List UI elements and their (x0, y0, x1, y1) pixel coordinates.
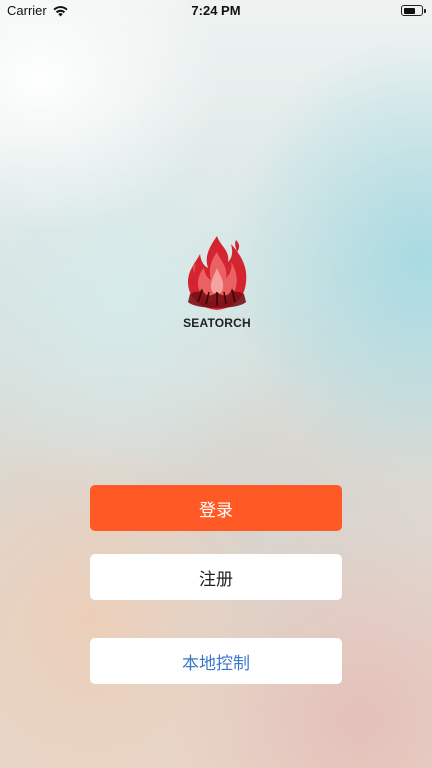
login-button[interactable]: 登录 (90, 485, 342, 531)
register-button[interactable]: 注册 (90, 554, 342, 600)
logo-wordmark: SEATORCH (183, 316, 251, 330)
battery-fill (403, 7, 416, 14)
status-bar: Carrier 7:24 PM (0, 0, 432, 22)
flame-logo-icon (188, 236, 247, 310)
seatorch-logo: SEATORCH (176, 232, 258, 332)
battery-icon (401, 5, 426, 16)
status-time: 7:24 PM (191, 3, 241, 18)
local-control-button[interactable]: 本地控制 (90, 638, 342, 684)
